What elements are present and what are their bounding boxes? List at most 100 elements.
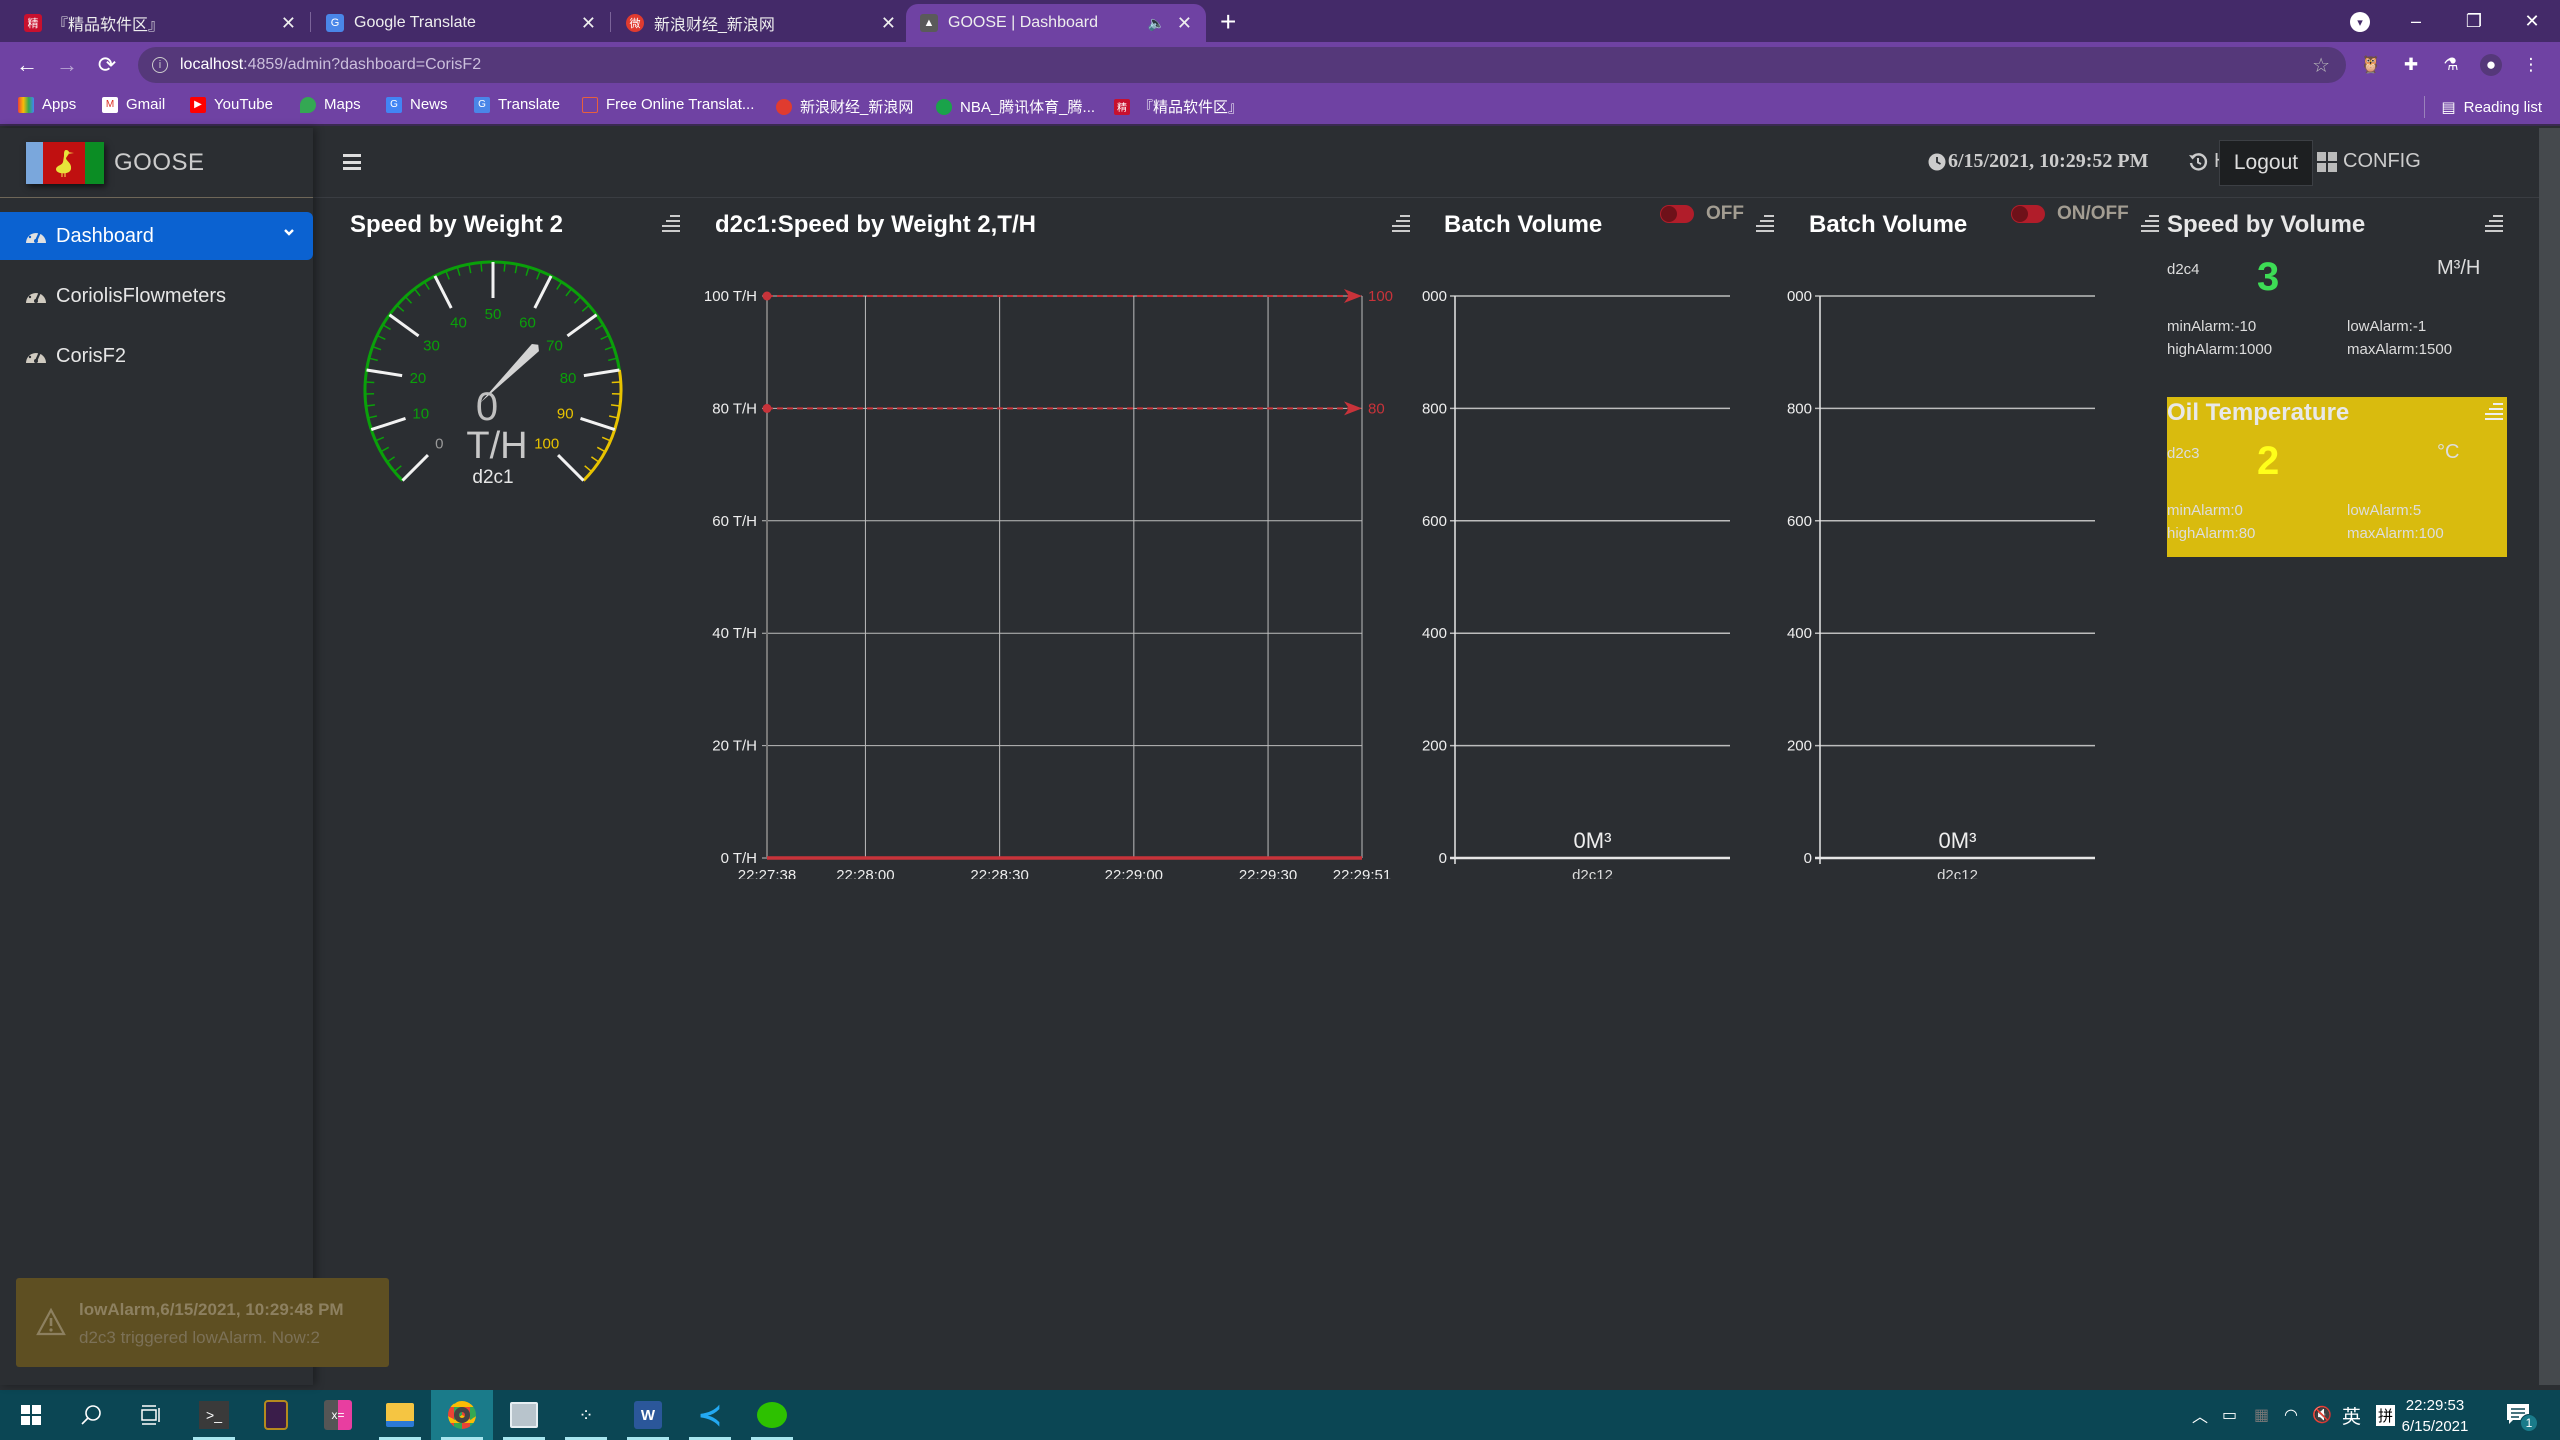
monitor-app-icon[interactable] [493, 1390, 555, 1440]
logout-button[interactable]: Logout [2219, 140, 2313, 186]
browser-tab[interactable]: G Google Translate ✕ [312, 4, 610, 42]
bookmark-nba-tencent[interactable]: NBA_腾讯体育_腾... [936, 96, 1095, 117]
forward-button[interactable]: → [52, 50, 82, 80]
profile-avatar-icon[interactable]: ● [2480, 54, 2502, 76]
google-translate-icon: G [326, 14, 344, 32]
speaker-icon[interactable]: 🔈 [1147, 15, 1164, 32]
gauge-minor-tick [404, 296, 413, 304]
brand[interactable]: GOOSE [0, 128, 313, 198]
bookmark-software-zone[interactable]: 精『精品软件区』 [1114, 96, 1243, 117]
bookmark-apps[interactable]: Apps [18, 96, 76, 113]
start-icon[interactable] [0, 1390, 62, 1440]
bookmark-news[interactable]: G News [386, 96, 448, 113]
vscode-icon[interactable]: ≺ [679, 1390, 741, 1440]
bookmark-gmail[interactable]: M Gmail [102, 96, 165, 113]
wifi-icon[interactable]: ◠ [2284, 1390, 2298, 1440]
gauge-major-tick [566, 313, 598, 338]
gauge-minor-tick [376, 334, 386, 341]
bookmark-youtube[interactable]: ▶ YouTube [190, 96, 273, 113]
config-link[interactable]: CONFIG [2317, 150, 2421, 173]
minimize-button[interactable]: – [2387, 0, 2445, 42]
panel-menu-icon[interactable] [2141, 215, 2159, 232]
site-info-icon[interactable]: i [152, 57, 168, 73]
gauge-major-tick [388, 313, 420, 338]
restore-button[interactable]: ❐ [2445, 0, 2503, 42]
gauge-minor-tick [468, 264, 472, 274]
sidebar-item-dashboard[interactable]: Dashboard [0, 212, 313, 260]
panel-menu-icon[interactable] [2485, 215, 2503, 232]
maps-pin-icon [300, 96, 316, 113]
menu-toggle-icon[interactable] [343, 154, 361, 170]
browser-tab-active[interactable]: ▲ GOOSE | Dashboard 🔈 ✕ [906, 4, 1206, 42]
system-clock[interactable]: 22:29:53 6/15/2021 [2390, 1395, 2480, 1437]
gauge-major-tick [370, 417, 406, 431]
close-tab-icon[interactable]: ✕ [581, 13, 596, 34]
page-scrollbar[interactable] [2539, 128, 2560, 1385]
panel-menu-icon[interactable] [1392, 215, 1410, 232]
word-icon[interactable]: W [617, 1390, 679, 1440]
reading-list-button[interactable]: ▤ Reading list [2424, 96, 2542, 118]
close-tab-icon[interactable]: ✕ [281, 13, 296, 34]
reload-button[interactable]: ⟳ [92, 50, 122, 80]
terminal-icon[interactable]: >_ [183, 1390, 245, 1440]
keyboard-icon[interactable]: ▦ [2254, 1390, 2269, 1440]
bookmarks-bar: Apps M Gmail ▶ YouTube Maps G News G Transla… [0, 88, 2560, 126]
y-tick-label: 0 [1804, 850, 1812, 867]
tab-search-icon[interactable]: ▾ [2350, 12, 2370, 32]
app-dark-icon[interactable] [245, 1390, 307, 1440]
panel-menu-icon[interactable] [2485, 403, 2503, 420]
y-tick-label: 80 T/H [712, 400, 757, 417]
gauge-minor-tick [396, 304, 405, 312]
batch-toggle-switch[interactable] [1660, 205, 1694, 223]
bookmark-maps[interactable]: Maps [300, 96, 361, 113]
close-tab-icon[interactable]: ✕ [1177, 13, 1192, 34]
goose-icon [56, 149, 74, 177]
new-tab-button[interactable]: + [1220, 6, 1236, 38]
math-app-icon[interactable]: x= [307, 1390, 369, 1440]
browser-toolbar: ← → ⟳ i localhost:4859/admin?dashboard=C… [0, 42, 2560, 88]
task-view-icon[interactable] [120, 1390, 182, 1440]
battery-icon[interactable]: ▭ [2222, 1390, 2237, 1440]
chrome-dev-icon[interactable] [431, 1390, 493, 1440]
search-icon[interactable] [60, 1390, 122, 1440]
min-alarm: minAlarm:-10 [2167, 318, 2257, 335]
bookmark-free-online-translator[interactable]: Free Online Translat... [582, 96, 754, 113]
gauge-tick-label: 20 [410, 370, 427, 387]
browser-menu-icon[interactable]: ⋮ [2520, 54, 2542, 76]
gmail-icon: M [102, 96, 118, 113]
wechat-icon[interactable] [741, 1390, 803, 1440]
x-tick-label: 22:28:30 [970, 867, 1028, 879]
gauge-minor-tick [367, 415, 378, 419]
panel-menu-icon[interactable] [662, 215, 680, 232]
close-tab-icon[interactable]: ✕ [881, 13, 896, 34]
sidebar-item-coriolisflowmeters[interactable]: CoriolisFlowmeters [0, 272, 313, 320]
back-button[interactable]: ← [12, 50, 42, 80]
tile-title: Oil Temperature [2167, 399, 2350, 426]
close-window-button[interactable]: ✕ [2503, 0, 2560, 42]
gauge-minor-tick [596, 446, 606, 453]
alarm-toast[interactable]: lowAlarm,6/15/2021, 10:29:48 PM d2c3 tri… [16, 1278, 389, 1367]
batch-toggle-switch[interactable] [2011, 205, 2045, 223]
lab-flask-icon[interactable]: ⚗ [2440, 54, 2462, 76]
browser-tab[interactable]: 精 『精品软件区』 ✕ [10, 4, 310, 42]
sidebar-item-corisf2[interactable]: CorisF2 [0, 332, 313, 380]
extensions-puzzle-icon[interactable]: ✚ [2400, 54, 2422, 76]
bookmark-sina-finance[interactable]: 新浪财经_新浪网 [776, 96, 913, 117]
volume-muted-icon[interactable]: 🔇 [2312, 1390, 2332, 1440]
gauge-minor-tick [386, 456, 395, 463]
y-tick-label: 800 [1787, 400, 1812, 417]
panel-menu-icon[interactable] [1756, 215, 1774, 232]
bar-chart: 0 200 400 600 800 000 0M³ d2c12 [1787, 288, 2095, 879]
address-bar[interactable]: i localhost:4859/admin?dashboard=CorisF2… [138, 47, 2346, 83]
browser-tab[interactable]: 微 新浪财经_新浪网 ✕ [612, 4, 910, 42]
ime-language-indicator[interactable]: 英 [2342, 1390, 2361, 1440]
bookmark-translate[interactable]: G Translate [474, 96, 560, 113]
network-app-icon[interactable]: ⁘ [555, 1390, 617, 1440]
extension-owl-icon[interactable]: 🦉 [2360, 54, 2382, 76]
apps-grid-icon [18, 96, 34, 113]
tile-tag: d2c4 [2167, 261, 2200, 278]
top-bar: 6/15/2021, 10:29:52 PM History CONFIG Lo… [313, 128, 2539, 198]
file-explorer-icon[interactable] [369, 1390, 431, 1440]
bookmark-star-icon[interactable]: ☆ [2312, 53, 2330, 78]
show-hidden-icons[interactable]: ︿ [2192, 1390, 2208, 1440]
